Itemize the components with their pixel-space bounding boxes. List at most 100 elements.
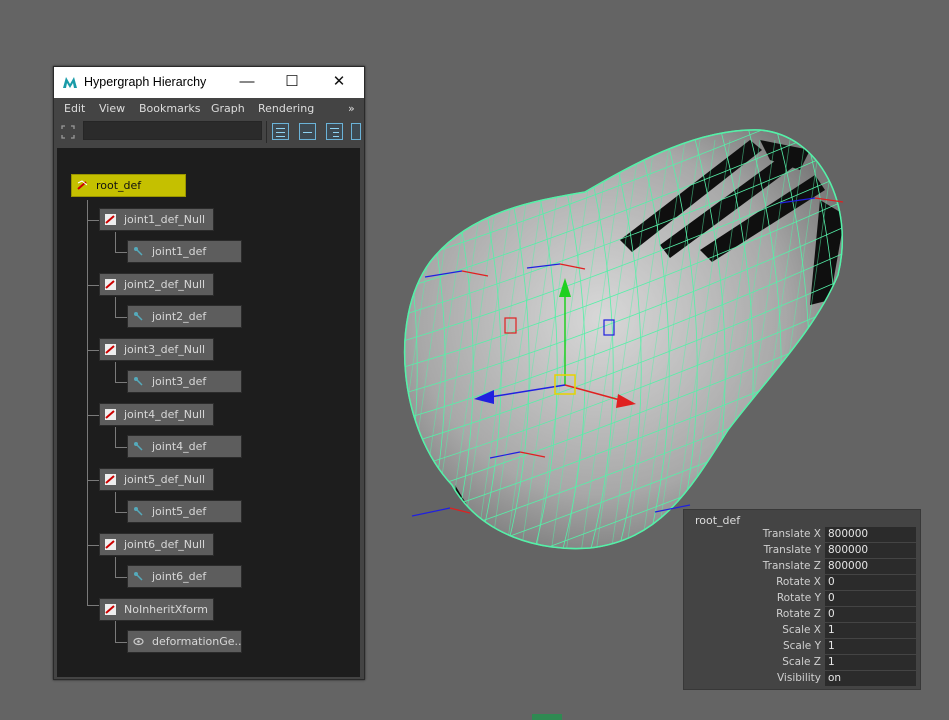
node-joint4-def[interactable]: joint4_def <box>127 435 242 458</box>
menu-bookmarks[interactable]: Bookmarks <box>139 102 200 115</box>
node-label: joint6_def <box>152 570 207 583</box>
channel-row-rotate-y: Rotate Y 0 <box>684 591 920 607</box>
node-noinheritxform[interactable]: NoInheritXform <box>99 598 214 621</box>
tree-line <box>115 232 116 252</box>
tree-line <box>115 317 127 318</box>
channel-value[interactable]: 800000 <box>825 543 916 558</box>
channel-label: Rotate X <box>776 576 821 588</box>
channel-label: Rotate Y <box>776 592 821 604</box>
tree-line <box>87 220 99 221</box>
channel-value[interactable]: 0 <box>825 575 916 590</box>
close-button[interactable]: ✕ <box>324 71 354 93</box>
channel-value[interactable]: 0 <box>825 607 916 622</box>
channel-value[interactable]: 1 <box>825 655 916 670</box>
node-joint5-def-null[interactable]: joint5_def_Null <box>99 468 214 491</box>
node-joint5-def[interactable]: joint5_def <box>127 500 242 523</box>
expand-icon[interactable] <box>326 123 343 140</box>
menu-rendering[interactable]: Rendering <box>258 102 314 115</box>
tree-line <box>115 577 127 578</box>
channel-value[interactable]: on <box>825 671 916 686</box>
joint-icon <box>134 247 143 256</box>
node-label: NoInheritXform <box>124 603 208 616</box>
graph-canvas[interactable]: root_def joint1_def_Null joint1_def join… <box>57 148 360 677</box>
tree-line <box>87 350 99 351</box>
channel-row-rotate-x: Rotate X 0 <box>684 575 920 591</box>
toolbar-separator <box>266 121 267 143</box>
channel-row-scale-z: Scale Z 1 <box>684 655 920 671</box>
node-label: joint2_def <box>152 310 207 323</box>
toolbar <box>54 118 364 146</box>
channel-row-translate-y: Translate Y 800000 <box>684 543 920 559</box>
channel-row-scale-x: Scale X 1 <box>684 623 920 639</box>
joint-icon <box>134 572 143 581</box>
more-tools-icon[interactable] <box>351 123 361 140</box>
transform-node-icon <box>105 279 116 290</box>
window-title: Hypergraph Hierarchy <box>84 75 207 89</box>
node-joint4-def-null[interactable]: joint4_def_Null <box>99 403 214 426</box>
node-label: deformationGe... <box>152 635 242 648</box>
tree-line <box>115 642 127 643</box>
node-joint2-def-null[interactable]: joint2_def_Null <box>99 273 214 296</box>
channel-label: Scale X <box>782 624 821 636</box>
menu-overflow[interactable]: » <box>348 102 355 115</box>
maximize-button[interactable]: ☐ <box>277 71 307 93</box>
menu-bar: Edit View Bookmarks Graph Rendering » <box>54 98 364 118</box>
joint-icon <box>134 442 143 451</box>
tree-line <box>115 447 127 448</box>
channel-value[interactable]: 0 <box>825 591 916 606</box>
title-bar[interactable]: Hypergraph Hierarchy — ☐ ✕ <box>54 67 364 98</box>
tree-line <box>87 480 99 481</box>
node-joint6-def[interactable]: joint6_def <box>127 565 242 588</box>
node-label: joint5_def_Null <box>124 473 206 486</box>
shelf-tab-indicator[interactable] <box>532 714 562 720</box>
wire-line <box>829 129 843 549</box>
collapse-icon[interactable] <box>299 123 316 140</box>
channel-value[interactable]: 1 <box>825 639 916 654</box>
minimize-button[interactable]: — <box>232 71 262 93</box>
layout-icon[interactable] <box>272 123 289 140</box>
maya-logo-icon <box>63 77 77 88</box>
node-joint3-def-null[interactable]: joint3_def_Null <box>99 338 214 361</box>
node-label: joint4_def <box>152 440 207 453</box>
channel-row-translate-z: Translate Z 800000 <box>684 559 920 575</box>
channel-label: Scale Z <box>782 656 821 668</box>
node-joint2-def[interactable]: joint2_def <box>127 305 242 328</box>
node-label: joint3_def_Null <box>124 343 206 356</box>
search-field[interactable] <box>83 121 262 140</box>
node-label: joint1_def <box>152 245 207 258</box>
menu-view[interactable]: View <box>99 102 125 115</box>
channel-row-translate-x: Translate X 800000 <box>684 527 920 543</box>
channel-box: root_def Translate X 800000 Translate Y … <box>683 509 921 690</box>
node-joint6-def-null[interactable]: joint6_def_Null <box>99 533 214 556</box>
menu-edit[interactable]: Edit <box>64 102 85 115</box>
channel-label: Scale Y <box>782 640 821 652</box>
channel-label: Translate Y <box>763 544 821 556</box>
transform-node-icon <box>105 604 116 615</box>
node-root-def[interactable]: root_def <box>71 174 186 197</box>
joint-icon <box>134 312 143 321</box>
node-joint1-def[interactable]: joint1_def <box>127 240 242 263</box>
node-deformation-ge[interactable]: deformationGe... <box>127 630 242 653</box>
tree-line <box>87 605 99 606</box>
tree-line <box>87 285 99 286</box>
tree-line <box>115 492 116 512</box>
channel-value[interactable]: 1 <box>825 623 916 638</box>
transform-node-icon <box>105 474 116 485</box>
channel-value[interactable]: 800000 <box>825 527 916 542</box>
hypergraph-window: Hypergraph Hierarchy — ☐ ✕ Edit View Boo… <box>53 66 365 680</box>
channel-value[interactable]: 800000 <box>825 559 916 574</box>
tree-line <box>115 557 116 577</box>
node-label: joint3_def <box>152 375 207 388</box>
node-joint3-def[interactable]: joint3_def <box>127 370 242 393</box>
channel-label: Rotate Z <box>776 608 821 620</box>
node-label: joint5_def <box>152 505 207 518</box>
tree-line <box>115 382 127 383</box>
node-joint1-def-null[interactable]: joint1_def_Null <box>99 208 214 231</box>
transform-node-icon <box>105 214 116 225</box>
channel-label: Translate Z <box>762 560 821 572</box>
tree-line <box>87 415 99 416</box>
frame-icon[interactable] <box>61 125 75 139</box>
transform-node-icon <box>105 409 116 420</box>
menu-graph[interactable]: Graph <box>211 102 245 115</box>
channel-box-object-name: root_def <box>695 514 741 527</box>
